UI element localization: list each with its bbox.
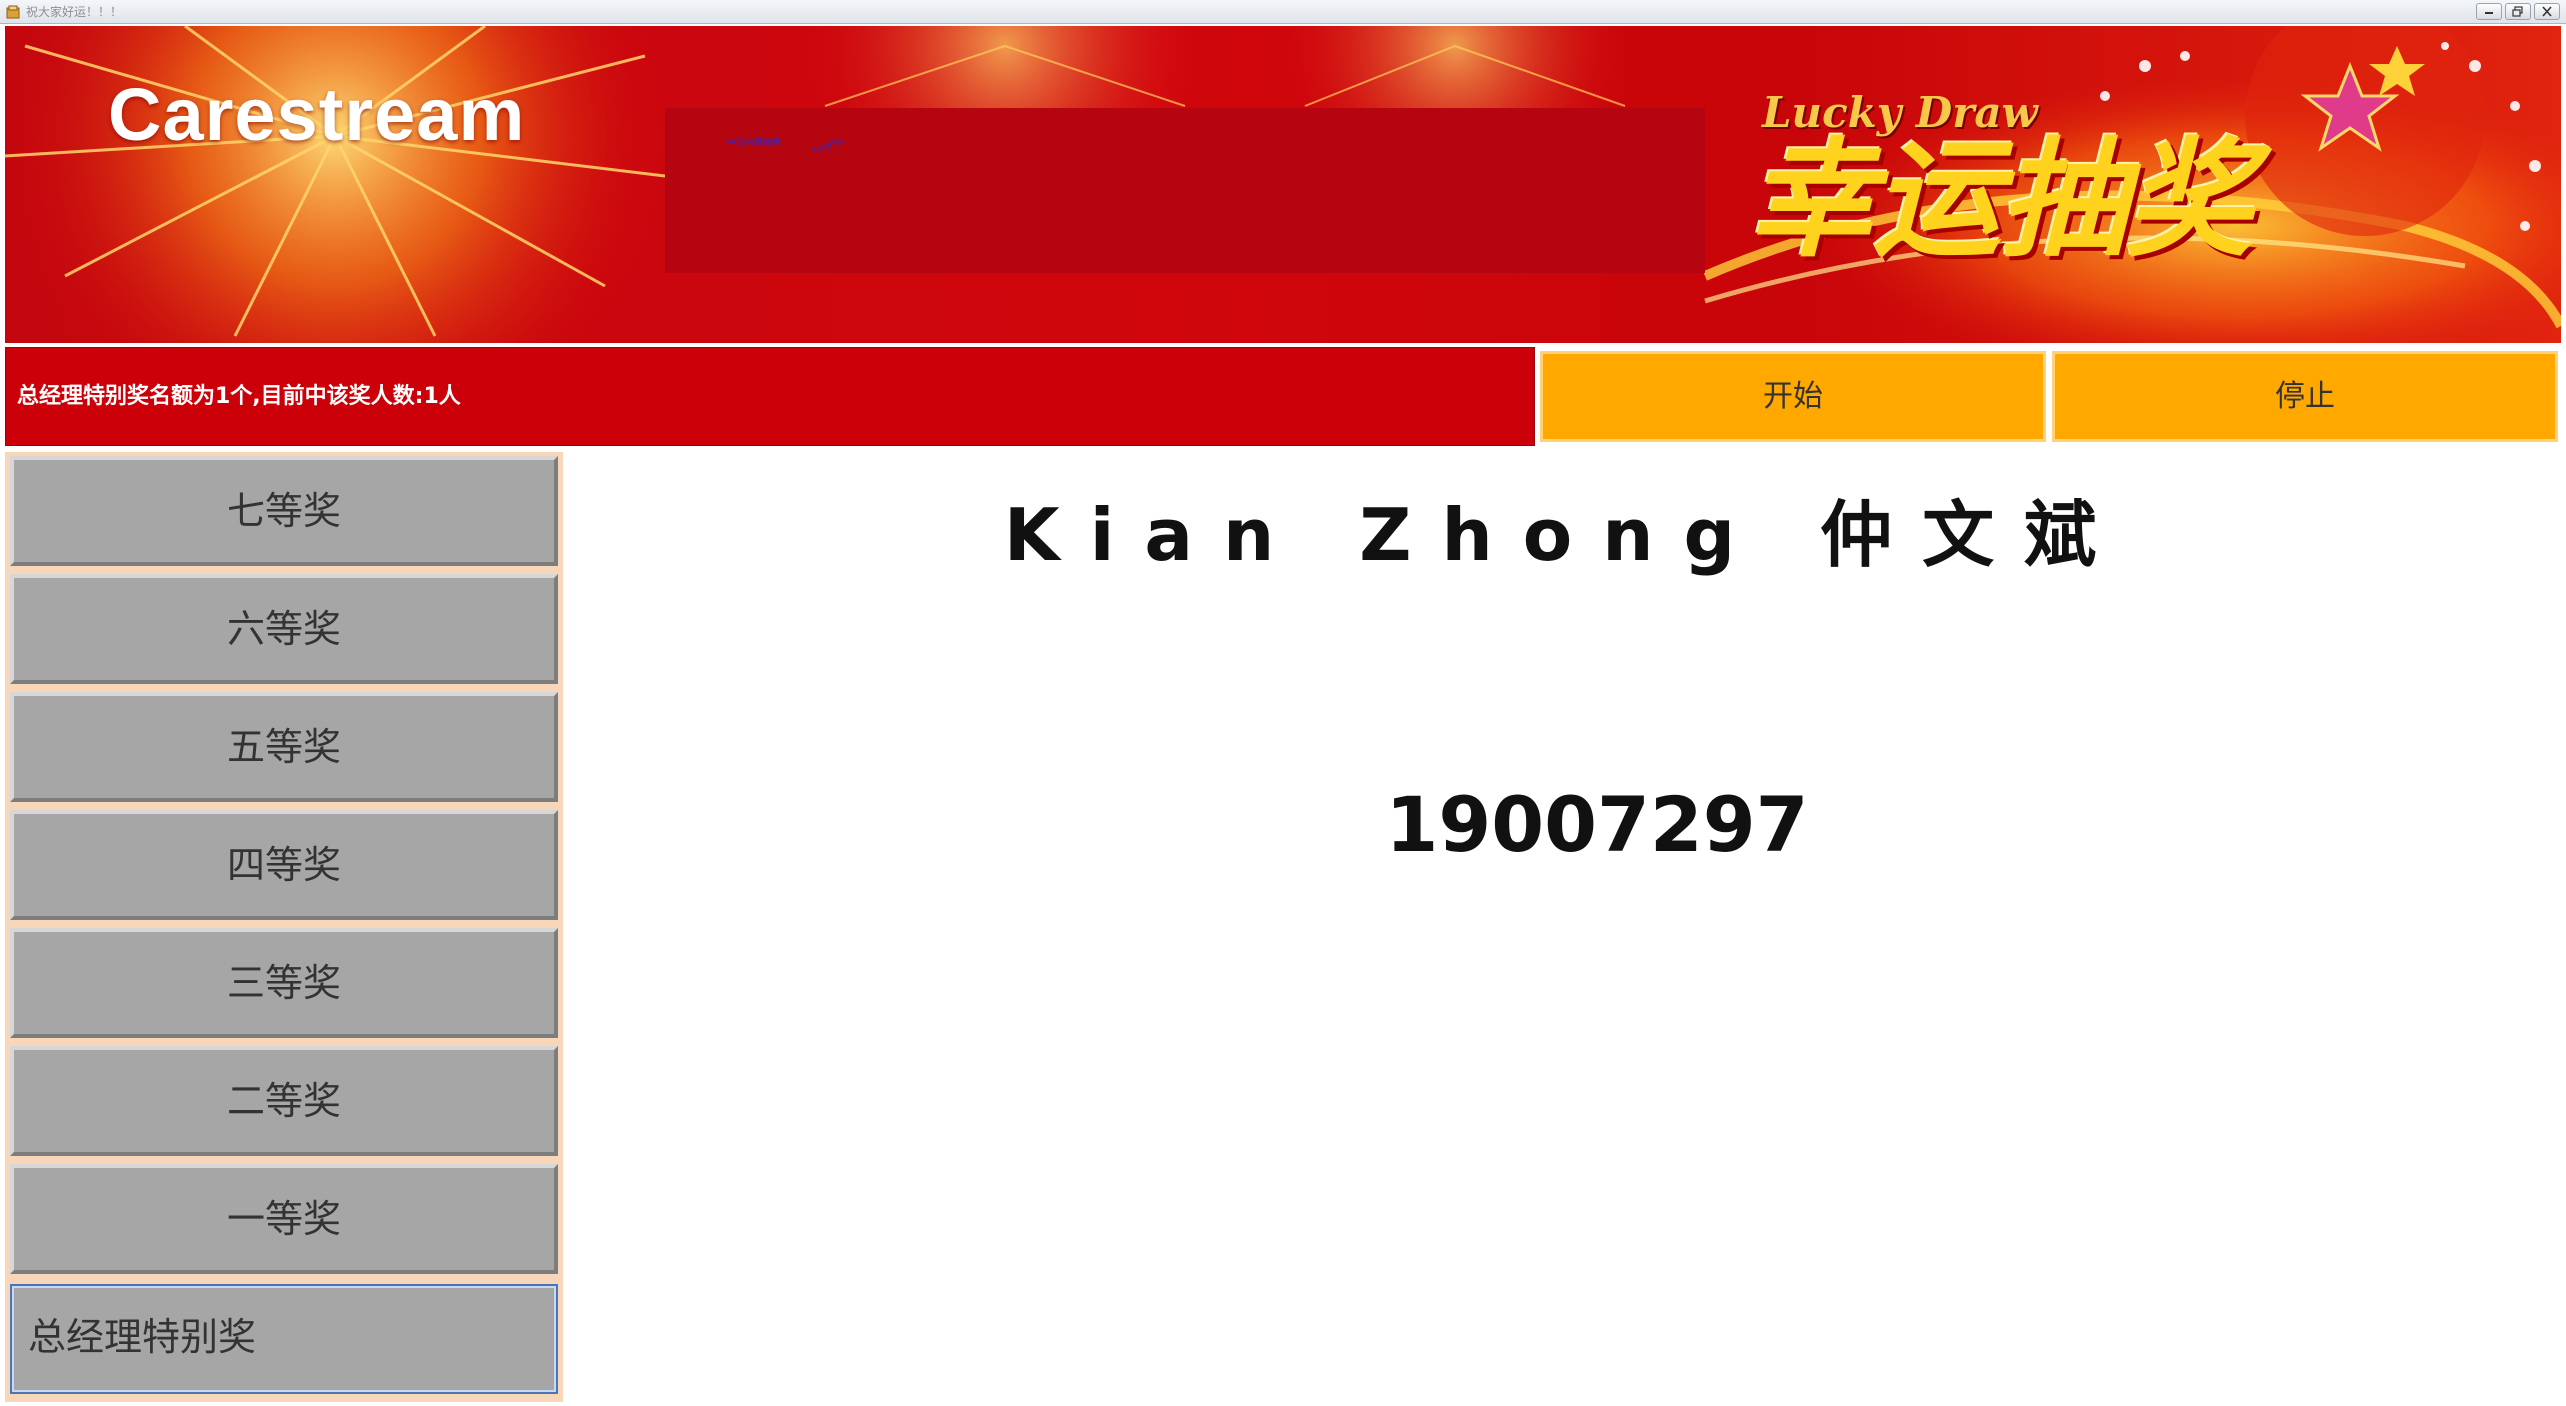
lucky-draw-app: 祝大家好运！！！ Carestream 中文内容显示 english Lucky… — [0, 0, 2566, 1406]
prize-button-first[interactable]: 一等奖 — [10, 1164, 558, 1274]
restore-button[interactable] — [2505, 3, 2531, 20]
banner-small-text: 中文内容显示 — [727, 138, 782, 148]
minimize-icon — [2485, 12, 2493, 14]
prize-button-gm-special[interactable]: 总经理特别奖 — [10, 1284, 558, 1394]
winner-name: Kian Zhong 仲文斌 — [1003, 493, 2127, 577]
restore-icon — [2512, 6, 2523, 17]
prize-button-fifth[interactable]: 五等奖 — [10, 692, 558, 802]
stop-button[interactable]: 停止 — [2052, 351, 2558, 442]
banner-center-panel — [665, 108, 1705, 273]
start-button[interactable]: 开始 — [1540, 351, 2046, 442]
lucky-draw-banner: Carestream 中文内容显示 english Lucky Draw 幸运抽… — [5, 26, 2561, 343]
window-controls — [2476, 3, 2560, 20]
winner-employee-id: 19007297 — [1385, 780, 1809, 869]
status-text: 总经理特别奖名额为1个,目前中该奖人数:1人 — [17, 384, 461, 409]
prize-button-second[interactable]: 二等奖 — [10, 1046, 558, 1156]
minimize-button[interactable] — [2476, 3, 2502, 20]
window-title: 祝大家好运！！！ — [26, 5, 123, 19]
close-icon — [2542, 6, 2552, 17]
prize-button-sixth[interactable]: 六等奖 — [10, 574, 558, 684]
brand-logo: Carestream — [108, 73, 526, 156]
title-bar: 祝大家好运！！！ — [0, 0, 2566, 24]
prize-button-fourth[interactable]: 四等奖 — [10, 810, 558, 920]
status-bar: 总经理特别奖名额为1个,目前中该奖人数:1人 — [5, 347, 1535, 446]
prize-button-third[interactable]: 三等奖 — [10, 928, 558, 1038]
prize-sidebar: 七等奖 六等奖 五等奖 四等奖 三等奖 二等奖 一等奖 总经理特别奖 — [5, 452, 563, 1402]
prize-button-seventh[interactable]: 七等奖 — [10, 456, 558, 566]
app-icon — [6, 5, 20, 19]
close-button[interactable] — [2534, 3, 2560, 20]
banner-title: 幸运抽奖 — [1747, 126, 2253, 275]
